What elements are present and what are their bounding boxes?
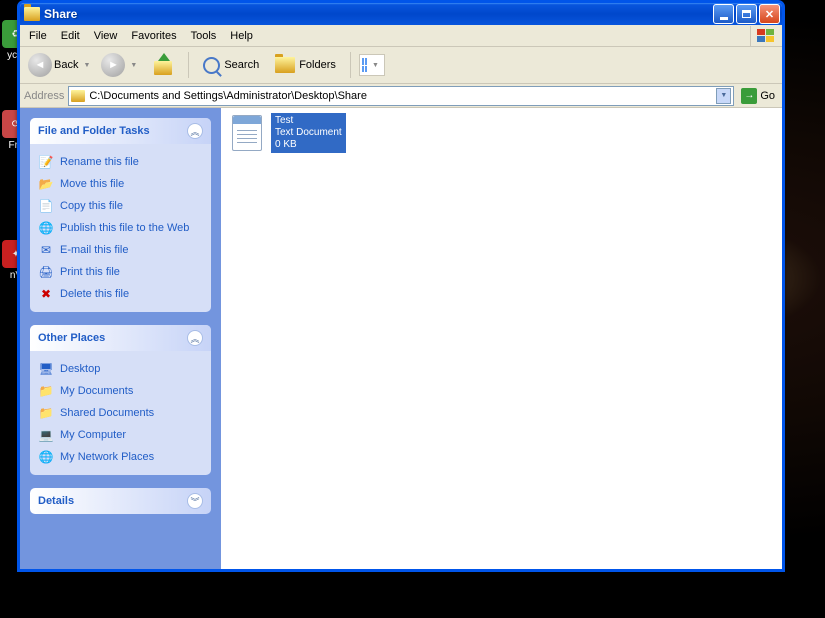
panel-title: Other Places [38,332,105,344]
content-area: File and Folder Tasks ︽ 📝Rename this fil… [20,108,782,569]
panel-title: File and Folder Tasks [38,125,150,137]
chevron-up-icon: ︽ [187,330,203,346]
copy-icon: 📄 [38,198,54,214]
go-label: Go [760,90,775,102]
menu-view[interactable]: View [87,27,125,45]
task-delete[interactable]: ✖Delete this file [38,283,203,305]
panel-file-tasks: File and Folder Tasks ︽ 📝Rename this fil… [30,118,211,312]
folders-label: Folders [299,59,336,71]
folders-button[interactable]: Folders [269,53,342,77]
place-shared[interactable]: 📁Shared Documents [38,402,203,424]
menubar: File Edit View Favorites Tools Help [20,25,782,47]
search-icon [203,57,220,74]
place-network[interactable]: 🌐My Network Places [38,446,203,468]
chevron-down-icon: ︾ [187,493,203,509]
email-icon: ✉ [38,242,54,258]
panel-header-other[interactable]: Other Places ︽ [30,325,211,351]
menu-file[interactable]: File [22,27,54,45]
folder-icon [71,90,85,102]
menu-favorites[interactable]: Favorites [124,27,183,45]
desktop-icon: 🖥 [38,361,54,377]
search-label: Search [224,59,259,71]
folders-icon [275,57,295,73]
file-size: 0 KB [275,139,342,151]
task-move[interactable]: 📂Move this file [38,173,203,195]
place-desktop[interactable]: 🖥Desktop [38,358,203,380]
window-title: Share [44,7,713,21]
back-icon: ◄ [28,53,52,77]
side-panel: File and Folder Tasks ︽ 📝Rename this fil… [20,108,221,569]
addressbar: Address C:\Documents and Settings\Admini… [20,84,782,108]
separator [188,52,189,78]
panel-title: Details [38,495,74,507]
task-copy[interactable]: 📄Copy this file [38,195,203,217]
address-path: C:\Documents and Settings\Administrator\… [89,90,716,102]
task-print[interactable]: 🖨Print this file [38,261,203,283]
address-label: Address [24,90,64,102]
back-button[interactable]: ◄ Back ▼ [26,51,95,79]
windows-flag-icon[interactable] [750,26,780,46]
menu-edit[interactable]: Edit [54,27,87,45]
task-email[interactable]: ✉E-mail this file [38,239,203,261]
address-input[interactable]: C:\Documents and Settings\Administrator\… [68,86,734,106]
toolbar: ◄ Back ▼ ► ▼ Search Folders ▼ [20,47,782,84]
forward-button[interactable]: ► ▼ [99,51,142,79]
panel-details: Details ︾ [30,488,211,514]
web-icon: 🌐 [38,220,54,236]
file-list-area[interactable]: Test Text Document 0 KB [221,108,782,569]
documents-icon: 📁 [38,383,54,399]
network-icon: 🌐 [38,449,54,465]
delete-icon: ✖ [38,286,54,302]
file-type: Text Document [275,127,342,139]
file-name: Test [275,115,342,127]
shared-folder-icon: 📁 [38,405,54,421]
separator [350,52,351,78]
minimize-button[interactable] [713,4,734,24]
titlebar[interactable]: Share ✕ [20,3,782,25]
computer-icon: 💻 [38,427,54,443]
views-button[interactable]: ▼ [359,54,385,76]
print-icon: 🖨 [38,264,54,280]
forward-icon: ► [101,53,125,77]
task-publish[interactable]: 🌐Publish this file to the Web [38,217,203,239]
go-button[interactable]: → Go [738,86,778,106]
menu-tools[interactable]: Tools [184,27,224,45]
move-icon: 📂 [38,176,54,192]
chevron-down-icon: ▼ [127,62,140,69]
back-label: Back [54,59,78,71]
maximize-button[interactable] [736,4,757,24]
address-dropdown-button[interactable]: ▼ [716,88,731,104]
task-rename[interactable]: 📝Rename this file [38,151,203,173]
place-mydocs[interactable]: 📁My Documents [38,380,203,402]
text-document-icon [229,113,265,153]
panel-header-details[interactable]: Details ︾ [30,488,211,514]
views-icon [362,58,367,72]
panel-header-tasks[interactable]: File and Folder Tasks ︽ [30,118,211,144]
chevron-down-icon: ▼ [369,62,382,69]
rename-icon: 📝 [38,154,54,170]
chevron-up-icon: ︽ [187,123,203,139]
explorer-window: Share ✕ File Edit View Favorites Tools H… [17,0,785,572]
place-mycomputer[interactable]: 💻My Computer [38,424,203,446]
chevron-down-icon: ▼ [80,62,93,69]
up-button[interactable] [146,51,180,79]
panel-other-places: Other Places ︽ 🖥Desktop 📁My Documents 📁S… [30,325,211,475]
file-item-test[interactable]: Test Text Document 0 KB [229,113,349,153]
close-button[interactable]: ✕ [759,4,780,24]
up-folder-icon [152,55,174,75]
folder-icon [24,7,40,21]
menu-help[interactable]: Help [223,27,260,45]
search-button[interactable]: Search [197,53,265,78]
go-icon: → [741,88,757,104]
file-info-selected: Test Text Document 0 KB [271,113,346,153]
